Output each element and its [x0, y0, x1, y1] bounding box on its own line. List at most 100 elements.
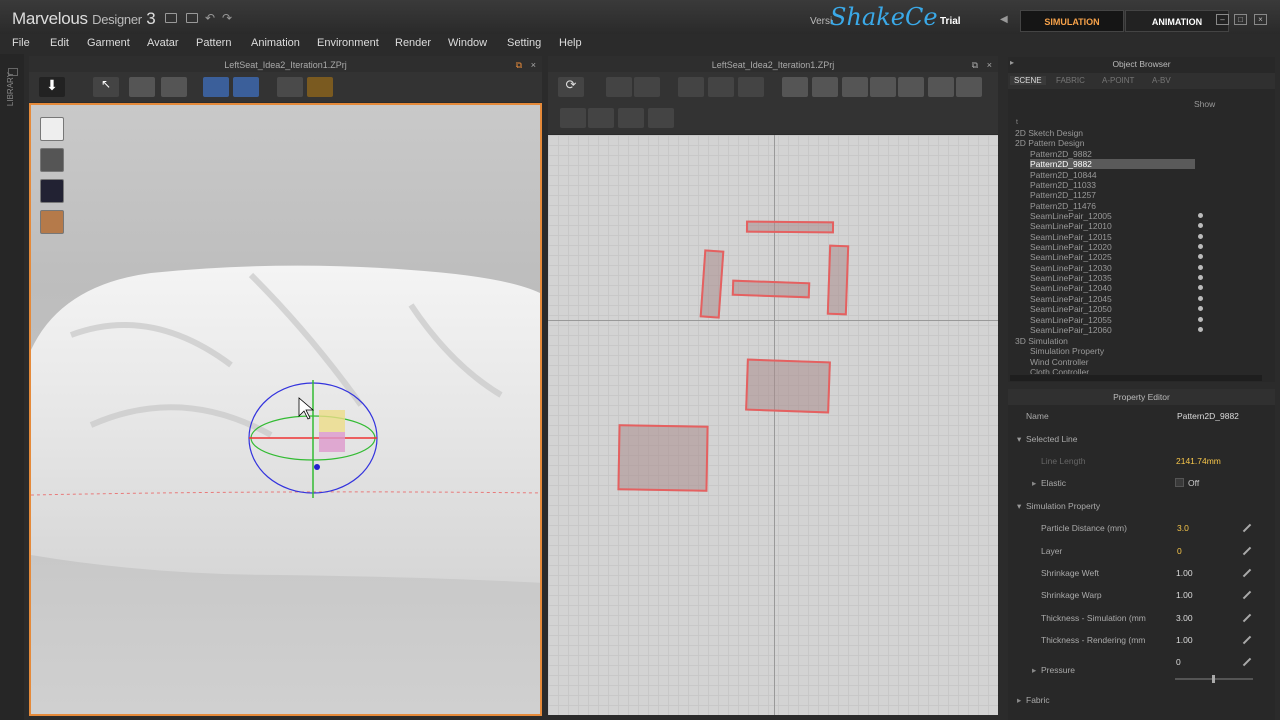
- internal-circle-icon[interactable]: [928, 77, 954, 97]
- tree-item[interactable]: SeamLinePair_12035: [1030, 273, 1112, 283]
- sync-icon[interactable]: ⟳: [558, 77, 584, 97]
- menu-file[interactable]: File: [12, 37, 30, 49]
- tree-item[interactable]: SeamLinePair_12030: [1030, 263, 1112, 273]
- thickness-sim-value[interactable]: 3.00: [1176, 613, 1193, 623]
- shrinkage-weft-value[interactable]: 1.00: [1176, 568, 1193, 578]
- visibility-dot-icon[interactable]: [1198, 254, 1203, 259]
- circle-icon[interactable]: [842, 77, 868, 97]
- add-point-icon[interactable]: [738, 77, 764, 97]
- library-sidebar[interactable]: [0, 54, 24, 720]
- elastic-expander-icon[interactable]: ▸: [1032, 478, 1036, 489]
- tree-item[interactable]: SeamLinePair_12045: [1030, 294, 1112, 304]
- visibility-dot-icon[interactable]: [1198, 275, 1203, 280]
- undo-icon[interactable]: ↶: [205, 11, 215, 25]
- visibility-dot-icon[interactable]: [1198, 306, 1203, 311]
- transform-pattern-icon[interactable]: [634, 77, 660, 97]
- dart-icon[interactable]: [956, 77, 982, 97]
- tree-item[interactable]: SeamLinePair_12010: [1030, 221, 1112, 231]
- tree-item[interactable]: Pattern2D_10844: [1030, 170, 1097, 180]
- tree-item[interactable]: 2D Sketch Design: [1015, 128, 1083, 138]
- animation-mode-button[interactable]: ANIMATION: [1125, 10, 1229, 32]
- avatar-display-icon[interactable]: [40, 148, 64, 172]
- pressure-slider-handle[interactable]: [1212, 675, 1215, 683]
- fold-tool-icon[interactable]: [129, 77, 155, 97]
- menu-help[interactable]: Help: [559, 37, 582, 49]
- tree-item[interactable]: SeamLinePair_12050: [1030, 304, 1112, 314]
- visibility-dot-icon[interactable]: [1198, 213, 1203, 218]
- tree-item[interactable]: 3D Simulation: [1015, 336, 1068, 346]
- menu-pattern[interactable]: Pattern: [196, 37, 231, 49]
- simulation-property-section[interactable]: Simulation Property: [1026, 501, 1100, 511]
- internal-polygon-icon[interactable]: [870, 77, 896, 97]
- pressure-value[interactable]: 0: [1176, 657, 1181, 667]
- selected-line-section[interactable]: Selected Line: [1026, 434, 1078, 444]
- speaker-icon[interactable]: ◀: [1000, 14, 1008, 25]
- menu-render[interactable]: Render: [395, 37, 431, 49]
- tab-a-point[interactable]: A-POINT: [1102, 76, 1134, 85]
- tree-item[interactable]: SeamLinePair_12040: [1030, 283, 1112, 293]
- pattern-piece[interactable]: [745, 220, 835, 234]
- pressure-expander-icon[interactable]: ▸: [1032, 665, 1036, 676]
- visibility-dot-icon[interactable]: [1198, 327, 1203, 332]
- pin-tool-icon[interactable]: [307, 77, 333, 97]
- free-sewing-icon[interactable]: [588, 108, 614, 128]
- tree-item[interactable]: SeamLinePair_12060: [1030, 325, 1112, 335]
- tree-item[interactable]: 2D Pattern Design: [1015, 138, 1084, 148]
- tab-scene[interactable]: SCENE: [1010, 76, 1046, 85]
- 2d-pattern-viewport[interactable]: [548, 135, 998, 715]
- visibility-dot-icon[interactable]: [1198, 265, 1203, 270]
- pattern-piece[interactable]: [731, 279, 811, 299]
- tree-item[interactable]: Pattern2D_11033: [1030, 180, 1096, 190]
- visibility-dot-icon[interactable]: [1198, 296, 1203, 301]
- collapse-icon[interactable]: ▸: [1010, 58, 1014, 67]
- simulation-mode-button[interactable]: SIMULATION: [1020, 10, 1124, 32]
- visibility-dot-icon[interactable]: [1198, 285, 1203, 290]
- tack-tool-icon[interactable]: [277, 77, 303, 97]
- curve-point-icon[interactable]: [708, 77, 734, 97]
- close-button[interactable]: ×: [1254, 14, 1267, 25]
- menu-edit[interactable]: Edit: [50, 37, 69, 49]
- pattern-piece[interactable]: [745, 358, 831, 414]
- tree-item-selected[interactable]: Pattern2D_9882: [1030, 159, 1195, 169]
- tab-a-bv[interactable]: A-BV: [1152, 76, 1171, 85]
- pattern-piece[interactable]: [826, 244, 850, 316]
- drop-down-icon[interactable]: ⬇: [39, 77, 65, 97]
- tree-item[interactable]: Pattern2D_11476: [1030, 201, 1096, 211]
- tree-item[interactable]: Wind Controller: [1030, 357, 1089, 367]
- thickness-render-value[interactable]: 1.00: [1176, 635, 1193, 645]
- tree-item[interactable]: SeamLinePair_12015: [1030, 232, 1112, 242]
- save-icon[interactable]: [165, 13, 177, 23]
- menu-environment[interactable]: Environment: [317, 37, 379, 49]
- tree-item[interactable]: SeamLinePair_12005: [1030, 211, 1112, 221]
- particle-distance-value[interactable]: 3.0: [1177, 523, 1189, 533]
- internal-rectangle-icon[interactable]: [898, 77, 924, 97]
- tree-item[interactable]: Cloth Controller: [1030, 367, 1089, 374]
- tree-item[interactable]: Pattern2D_9882: [1030, 149, 1092, 159]
- tree-item[interactable]: Pattern2D_11257: [1030, 190, 1096, 200]
- avatar-skin-icon[interactable]: [40, 210, 64, 234]
- object-browser-scrollbar[interactable]: [1010, 375, 1262, 381]
- sim-prop-expander-icon[interactable]: ▾: [1017, 501, 1021, 512]
- maximize-button[interactable]: □: [1234, 14, 1247, 25]
- garment-tool2-icon[interactable]: [233, 77, 259, 97]
- tree-item[interactable]: SeamLinePair_12020: [1030, 242, 1112, 252]
- visibility-dot-icon[interactable]: [1198, 223, 1203, 228]
- texture-display-icon[interactable]: [40, 179, 64, 203]
- menu-setting[interactable]: Setting: [507, 37, 541, 49]
- polygon-icon[interactable]: [782, 77, 808, 97]
- 3d-viewport[interactable]: [29, 103, 542, 716]
- edit-sewing-icon[interactable]: [618, 108, 644, 128]
- menu-window[interactable]: Window: [448, 37, 487, 49]
- visibility-dot-icon[interactable]: [1198, 317, 1203, 322]
- tree-item[interactable]: SeamLinePair_12055: [1030, 315, 1112, 325]
- segment-sewing-icon[interactable]: [560, 108, 586, 128]
- pattern-piece[interactable]: [699, 249, 725, 319]
- tab-fabric[interactable]: FABRIC: [1056, 76, 1085, 85]
- menu-garment[interactable]: Garment: [87, 37, 130, 49]
- rectangle-icon[interactable]: [812, 77, 838, 97]
- shrinkage-warp-value[interactable]: 1.00: [1176, 590, 1193, 600]
- tree-item[interactable]: SeamLinePair_12025: [1030, 252, 1112, 262]
- menu-avatar[interactable]: Avatar: [147, 37, 179, 49]
- tree-item[interactable]: Simulation Property: [1030, 346, 1104, 356]
- save-as-icon[interactable]: [186, 13, 198, 23]
